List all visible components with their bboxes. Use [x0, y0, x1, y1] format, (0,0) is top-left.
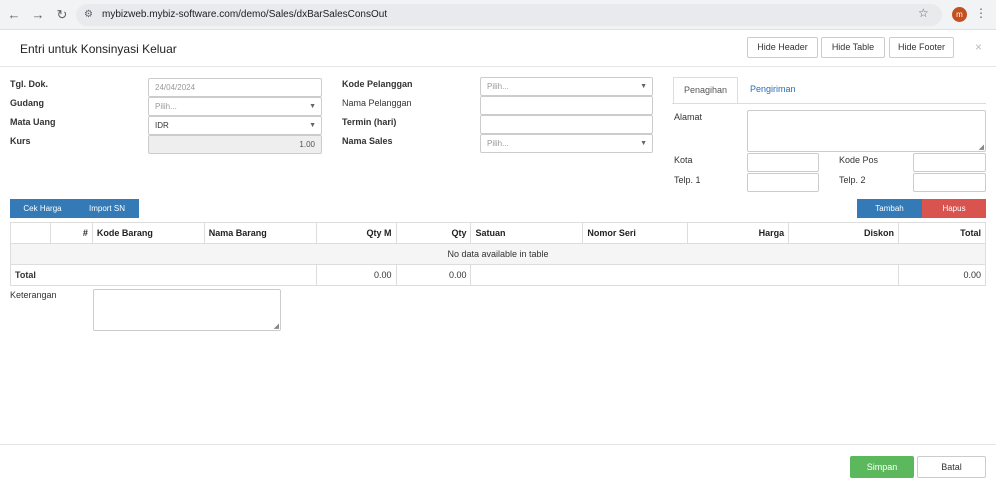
termin-label: Termin (hari) — [342, 117, 397, 127]
kurs-input: 1.00 — [148, 135, 322, 154]
kode-pos-label: Kode Pos — [839, 155, 879, 165]
column-header[interactable]: Nama Barang — [203, 222, 317, 244]
column-header[interactable]: Nomor Seri — [582, 222, 689, 244]
forward-icon[interactable]: → — [30, 7, 46, 23]
column-header[interactable]: Satuan — [470, 222, 584, 244]
gudang-select[interactable]: Pilih... ▼ — [148, 97, 322, 116]
mata-uang-value: IDR — [155, 121, 169, 130]
mata-uang-label: Mata Uang — [10, 117, 56, 127]
hide-footer-button[interactable]: Hide Footer — [889, 37, 954, 58]
table-total-row: Total 0.00 0.00 0.00 — [10, 264, 986, 286]
kode-pos-input[interactable] — [913, 153, 986, 172]
table-header-row: # Kode Barang Nama Barang Qty M Qty Satu… — [10, 222, 986, 244]
browser-menu-icon[interactable]: ⋮ — [975, 6, 987, 20]
kurs-label: Kurs — [10, 136, 31, 146]
column-header[interactable]: Kode Barang — [91, 222, 205, 244]
tgl-dok-label: Tgl. Dok. — [10, 79, 48, 89]
tab-penagihan[interactable]: Penagihan — [673, 77, 739, 104]
tab-pengiriman[interactable]: Pengiriman — [740, 77, 806, 104]
total-total: 0.00 — [898, 264, 986, 286]
modal-title: Entri untuk Konsinyasi Keluar — [20, 42, 177, 56]
telp1-label: Telp. 1 — [674, 175, 701, 185]
kota-label: Kota — [674, 155, 693, 165]
reload-icon[interactable]: ↻ — [54, 7, 70, 23]
tgl-dok-input[interactable]: 24/04/2024 — [148, 78, 322, 97]
keterangan-label: Keterangan — [10, 290, 57, 300]
nama-sales-select[interactable]: Pilih... ▼ — [480, 134, 653, 153]
gudang-placeholder: Pilih... — [155, 102, 177, 111]
batal-button[interactable]: Batal — [917, 456, 986, 478]
empty-message: No data available in table — [10, 243, 986, 265]
resize-handle-icon[interactable]: ◢ — [979, 143, 984, 151]
total-qty: 0.00 — [395, 264, 472, 286]
column-header[interactable]: Qty — [395, 222, 472, 244]
kode-pelanggan-label: Kode Pelanggan — [342, 79, 413, 89]
chevron-down-icon: ▼ — [309, 103, 316, 110]
profile-avatar[interactable]: m — [952, 7, 967, 22]
site-info-icon[interactable]: ⚙ — [84, 9, 93, 20]
telp2-label: Telp. 2 — [839, 175, 866, 185]
bookmark-star-icon[interactable]: ☆ — [918, 6, 929, 20]
hide-header-button[interactable]: Hide Header — [747, 37, 818, 58]
column-header[interactable]: Total — [898, 222, 986, 244]
telp1-input[interactable] — [747, 173, 819, 192]
close-icon[interactable]: × — [975, 40, 982, 54]
nama-sales-placeholder: Pilih... — [487, 139, 509, 148]
telp2-input[interactable] — [913, 173, 986, 192]
alamat-label: Alamat — [674, 112, 703, 122]
back-icon[interactable]: ← — [6, 7, 22, 23]
total-qty-m: 0.00 — [315, 264, 397, 286]
gudang-label: Gudang — [10, 98, 44, 108]
items-table: # Kode Barang Nama Barang Qty M Qty Satu… — [10, 222, 986, 286]
header-divider — [0, 66, 996, 67]
column-header[interactable]: # — [49, 222, 93, 244]
chevron-down-icon: ▼ — [640, 140, 647, 147]
column-header[interactable]: Harga — [687, 222, 790, 244]
tab-divider — [672, 103, 986, 104]
browser-toolbar: ← → ↻ ⚙ mybizweb.mybiz-software.com/demo… — [0, 0, 996, 30]
kode-pelanggan-placeholder: Pilih... — [487, 82, 509, 91]
table-empty-row: No data available in table — [10, 243, 986, 265]
alamat-textarea[interactable]: ◢ — [747, 110, 986, 152]
nama-pelanggan-input[interactable] — [480, 96, 653, 115]
kode-pelanggan-select[interactable]: Pilih... ▼ — [480, 77, 653, 96]
termin-input[interactable] — [480, 115, 653, 134]
keterangan-textarea[interactable]: ◢ — [93, 289, 281, 331]
chevron-down-icon: ▼ — [309, 122, 316, 129]
address-bar[interactable]: ⚙ mybizweb.mybiz-software.com/demo/Sales… — [76, 4, 942, 26]
url-text: mybizweb.mybiz-software.com/demo/Sales/d… — [102, 9, 388, 20]
hapus-button[interactable]: Hapus — [922, 199, 986, 218]
select-column-header — [10, 222, 51, 244]
resize-handle-icon[interactable]: ◢ — [274, 322, 279, 330]
column-header[interactable]: Diskon — [788, 222, 899, 244]
simpan-button[interactable]: Simpan — [850, 456, 914, 478]
chevron-down-icon: ▼ — [640, 83, 647, 90]
tambah-button[interactable]: Tambah — [857, 199, 922, 218]
cek-harga-button[interactable]: Cek Harga — [10, 199, 75, 218]
nama-pelanggan-label: Nama Pelanggan — [342, 98, 412, 108]
nama-sales-label: Nama Sales — [342, 136, 393, 146]
total-label: Total — [10, 264, 317, 286]
column-header[interactable]: Qty M — [315, 222, 397, 244]
footer-divider — [0, 444, 996, 445]
import-sn-button[interactable]: Import SN — [75, 199, 139, 218]
total-spacer — [470, 264, 899, 286]
mata-uang-select[interactable]: IDR ▼ — [148, 116, 322, 135]
kota-input[interactable] — [747, 153, 819, 172]
hide-table-button[interactable]: Hide Table — [821, 37, 885, 58]
